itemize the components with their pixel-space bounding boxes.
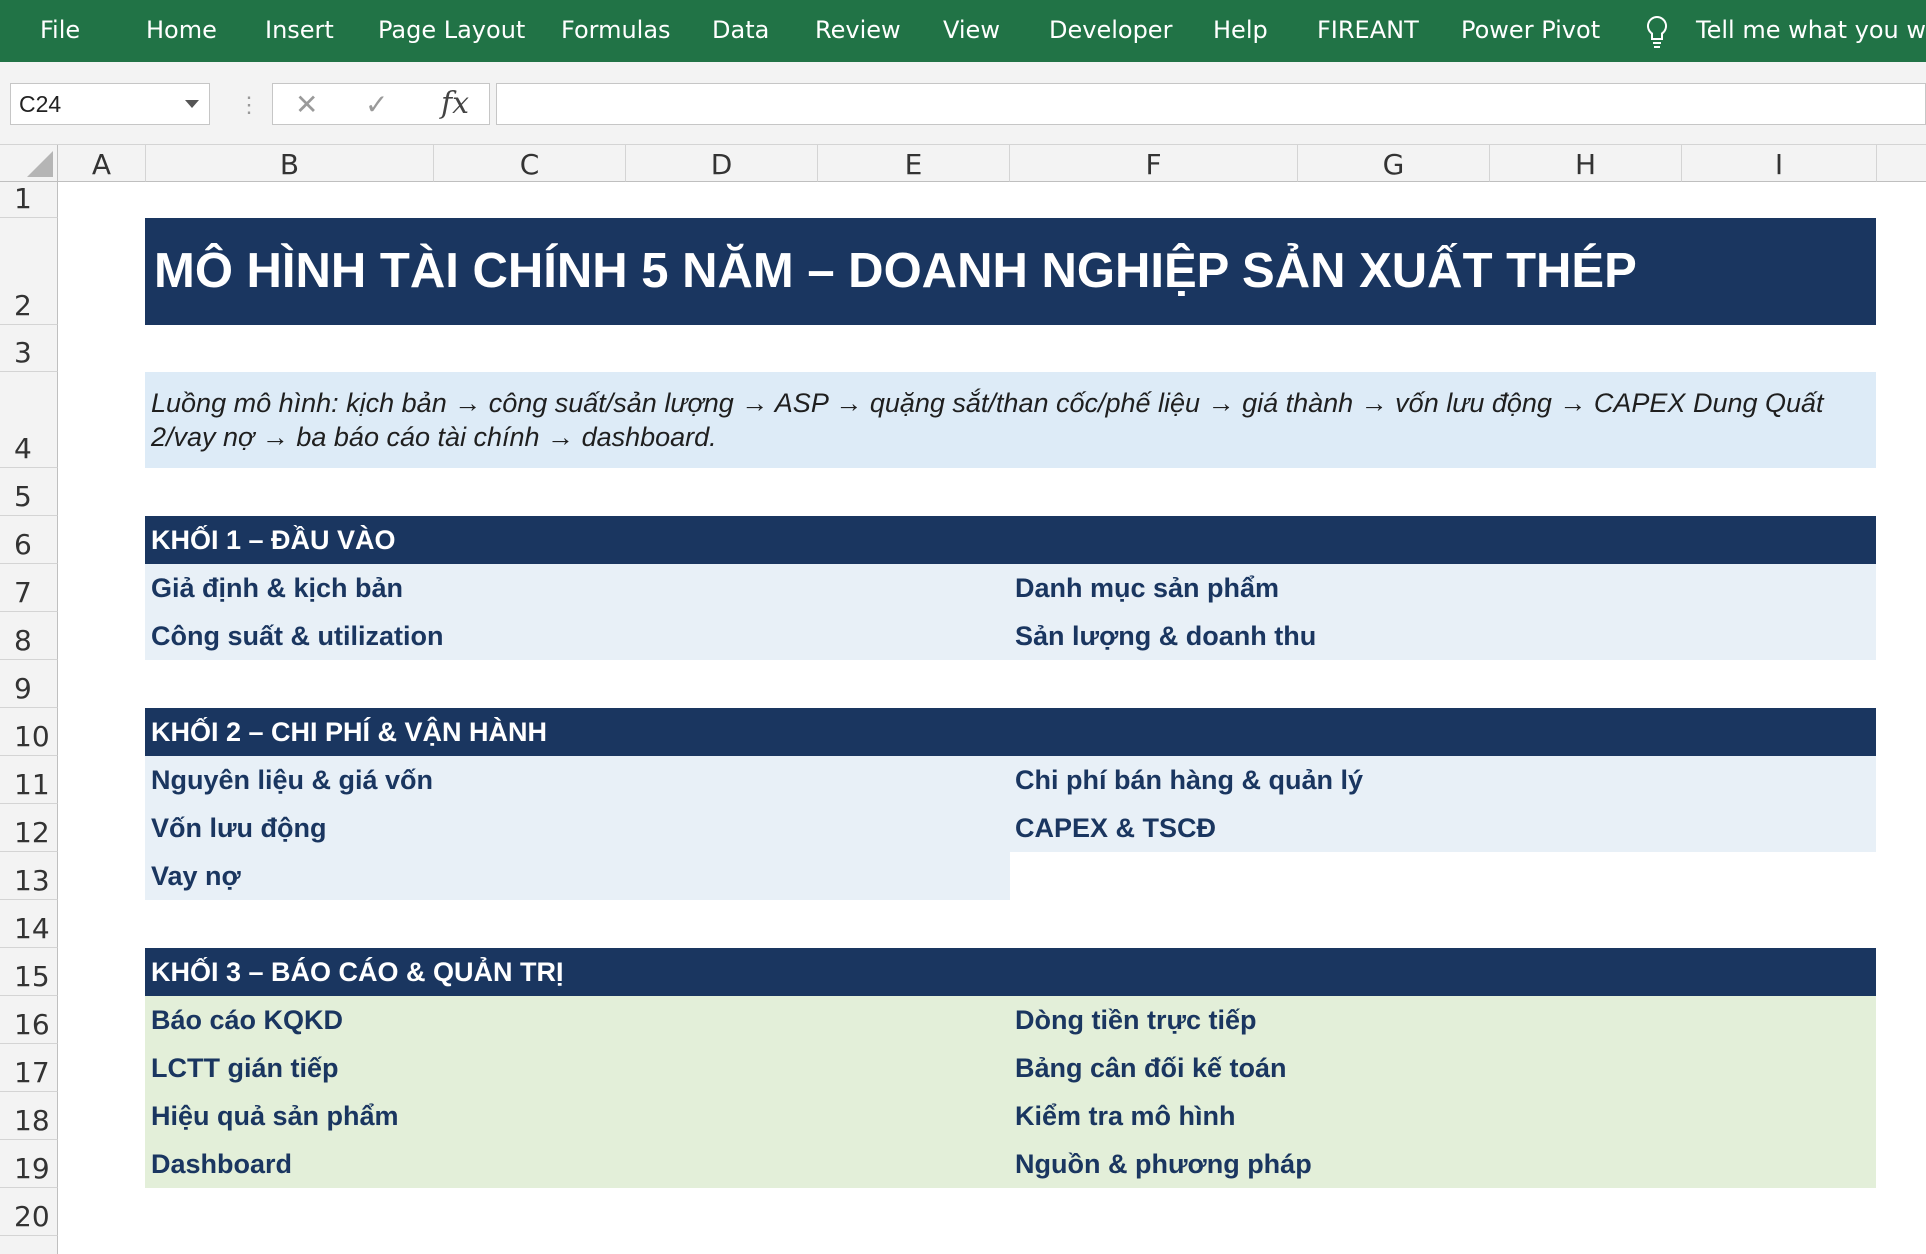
tab-file[interactable]: File <box>40 16 80 44</box>
link-income-statement[interactable]: Báo cáo KQKD <box>151 996 343 1044</box>
column-header-f[interactable]: F <box>1010 145 1298 182</box>
ribbon-menu-bar: File Home Insert Page Layout Formulas Da… <box>0 0 1926 62</box>
row-header-13[interactable]: 13 <box>0 852 58 900</box>
model-flow-note: Luồng mô hình: kịch bản → công suất/sản … <box>145 372 1876 468</box>
row-header-17[interactable]: 17 <box>0 1044 58 1092</box>
link-sources-methodology[interactable]: Nguồn & phương pháp <box>1015 1140 1312 1188</box>
chevron-down-icon[interactable] <box>185 100 199 108</box>
insert-function-icon[interactable]: fx <box>441 86 469 121</box>
row-header-20[interactable]: 20 <box>0 1188 58 1236</box>
tab-formulas[interactable]: Formulas <box>561 16 671 44</box>
column-header-b[interactable]: B <box>146 145 434 182</box>
lightbulb-icon <box>1646 15 1668 48</box>
tab-power-pivot[interactable]: Power Pivot <box>1461 16 1600 44</box>
column-header-e[interactable]: E <box>818 145 1010 182</box>
select-all-triangle-icon <box>27 151 53 177</box>
row-header-4[interactable]: 4 <box>0 372 58 468</box>
row-header-3[interactable]: 3 <box>0 325 58 372</box>
tab-home[interactable]: Home <box>146 16 217 44</box>
enter-icon[interactable]: ✓ <box>365 88 388 121</box>
row-header-8[interactable]: 8 <box>0 612 58 660</box>
block2-header: KHỐI 2 – CHI PHÍ & VẬN HÀNH <box>145 708 1876 756</box>
tab-fireant[interactable]: FIREANT <box>1317 16 1419 44</box>
row-header-19[interactable]: 19 <box>0 1140 58 1188</box>
block1-header: KHỐI 1 – ĐẦU VÀO <box>145 516 1876 564</box>
column-header-g[interactable]: G <box>1298 145 1490 182</box>
select-all-corner[interactable] <box>0 145 58 182</box>
link-indirect-cashflow[interactable]: LCTT gián tiếp <box>151 1044 338 1092</box>
link-assumptions-scenarios[interactable]: Giả định & kịch bản <box>151 564 403 612</box>
formula-bar-area: C24 ⋮ ✕ ✓ fx <box>0 62 1926 145</box>
link-materials-cogs[interactable]: Nguyên liệu & giá vốn <box>151 756 433 804</box>
row-header-6[interactable]: 6 <box>0 516 58 564</box>
tab-insert[interactable]: Insert <box>265 16 334 44</box>
row-header-partial <box>0 1236 58 1254</box>
name-box[interactable]: C24 <box>10 83 210 125</box>
row-header-7[interactable]: 7 <box>0 564 58 612</box>
cancel-icon[interactable]: ✕ <box>295 88 318 121</box>
row-header-9[interactable]: 9 <box>0 660 58 708</box>
row-header-15[interactable]: 15 <box>0 948 58 996</box>
column-header-partial <box>1877 145 1926 182</box>
grip-dots-icon: ⋮ <box>238 92 260 117</box>
column-header-i[interactable]: I <box>1682 145 1877 182</box>
row-header-12[interactable]: 12 <box>0 804 58 852</box>
link-volume-revenue[interactable]: Sản lượng & doanh thu <box>1015 612 1316 660</box>
link-working-capital[interactable]: Vốn lưu động <box>151 804 327 852</box>
link-product-list[interactable]: Danh mục sản phẩm <box>1015 564 1279 612</box>
column-header-a[interactable]: A <box>58 145 146 182</box>
row-header-5[interactable]: 5 <box>0 468 58 516</box>
block3-header: KHỐI 3 – BÁO CÁO & QUẢN TRỊ <box>145 948 1876 996</box>
column-header-c[interactable]: C <box>434 145 626 182</box>
column-header-h[interactable]: H <box>1490 145 1682 182</box>
block3-background <box>145 996 1876 1188</box>
row-header-2[interactable]: 2 <box>0 218 58 325</box>
link-dashboard[interactable]: Dashboard <box>151 1140 292 1188</box>
tab-view[interactable]: View <box>943 16 1000 44</box>
tab-developer[interactable]: Developer <box>1049 16 1172 44</box>
link-balance-sheet[interactable]: Bảng cân đối kế toán <box>1015 1044 1287 1092</box>
tab-review[interactable]: Review <box>815 16 901 44</box>
tab-data[interactable]: Data <box>712 16 769 44</box>
row-header-11[interactable]: 11 <box>0 756 58 804</box>
row-header-18[interactable]: 18 <box>0 1092 58 1140</box>
row-header-10[interactable]: 10 <box>0 708 58 756</box>
formula-input[interactable] <box>496 83 1926 125</box>
tab-page-layout[interactable]: Page Layout <box>378 16 525 44</box>
link-selling-admin-expense[interactable]: Chi phí bán hàng & quản lý <box>1015 756 1363 804</box>
block2-background-extra <box>145 852 1010 900</box>
link-debt[interactable]: Vay nợ <box>151 852 241 900</box>
tab-help[interactable]: Help <box>1213 16 1268 44</box>
link-direct-cashflow[interactable]: Dòng tiền trực tiếp <box>1015 996 1257 1044</box>
formula-buttons: ✕ ✓ fx <box>272 83 490 125</box>
row-header-16[interactable]: 16 <box>0 996 58 1044</box>
sheet-title: MÔ HÌNH TÀI CHÍNH 5 NĂM – DOANH NGHIỆP S… <box>145 218 1876 325</box>
link-product-performance[interactable]: Hiệu quả sản phẩm <box>151 1092 399 1140</box>
link-capacity-utilization[interactable]: Công suất & utilization <box>151 612 443 660</box>
link-model-checks[interactable]: Kiểm tra mô hình <box>1015 1092 1236 1140</box>
row-header-14[interactable]: 14 <box>0 900 58 948</box>
column-header-d[interactable]: D <box>626 145 818 182</box>
row-header-1[interactable]: 1 <box>0 182 58 218</box>
link-capex-fixed-assets[interactable]: CAPEX & TSCĐ <box>1015 804 1216 852</box>
name-box-value: C24 <box>19 91 62 117</box>
tell-me-search[interactable]: Tell me what you war <box>1696 16 1926 44</box>
